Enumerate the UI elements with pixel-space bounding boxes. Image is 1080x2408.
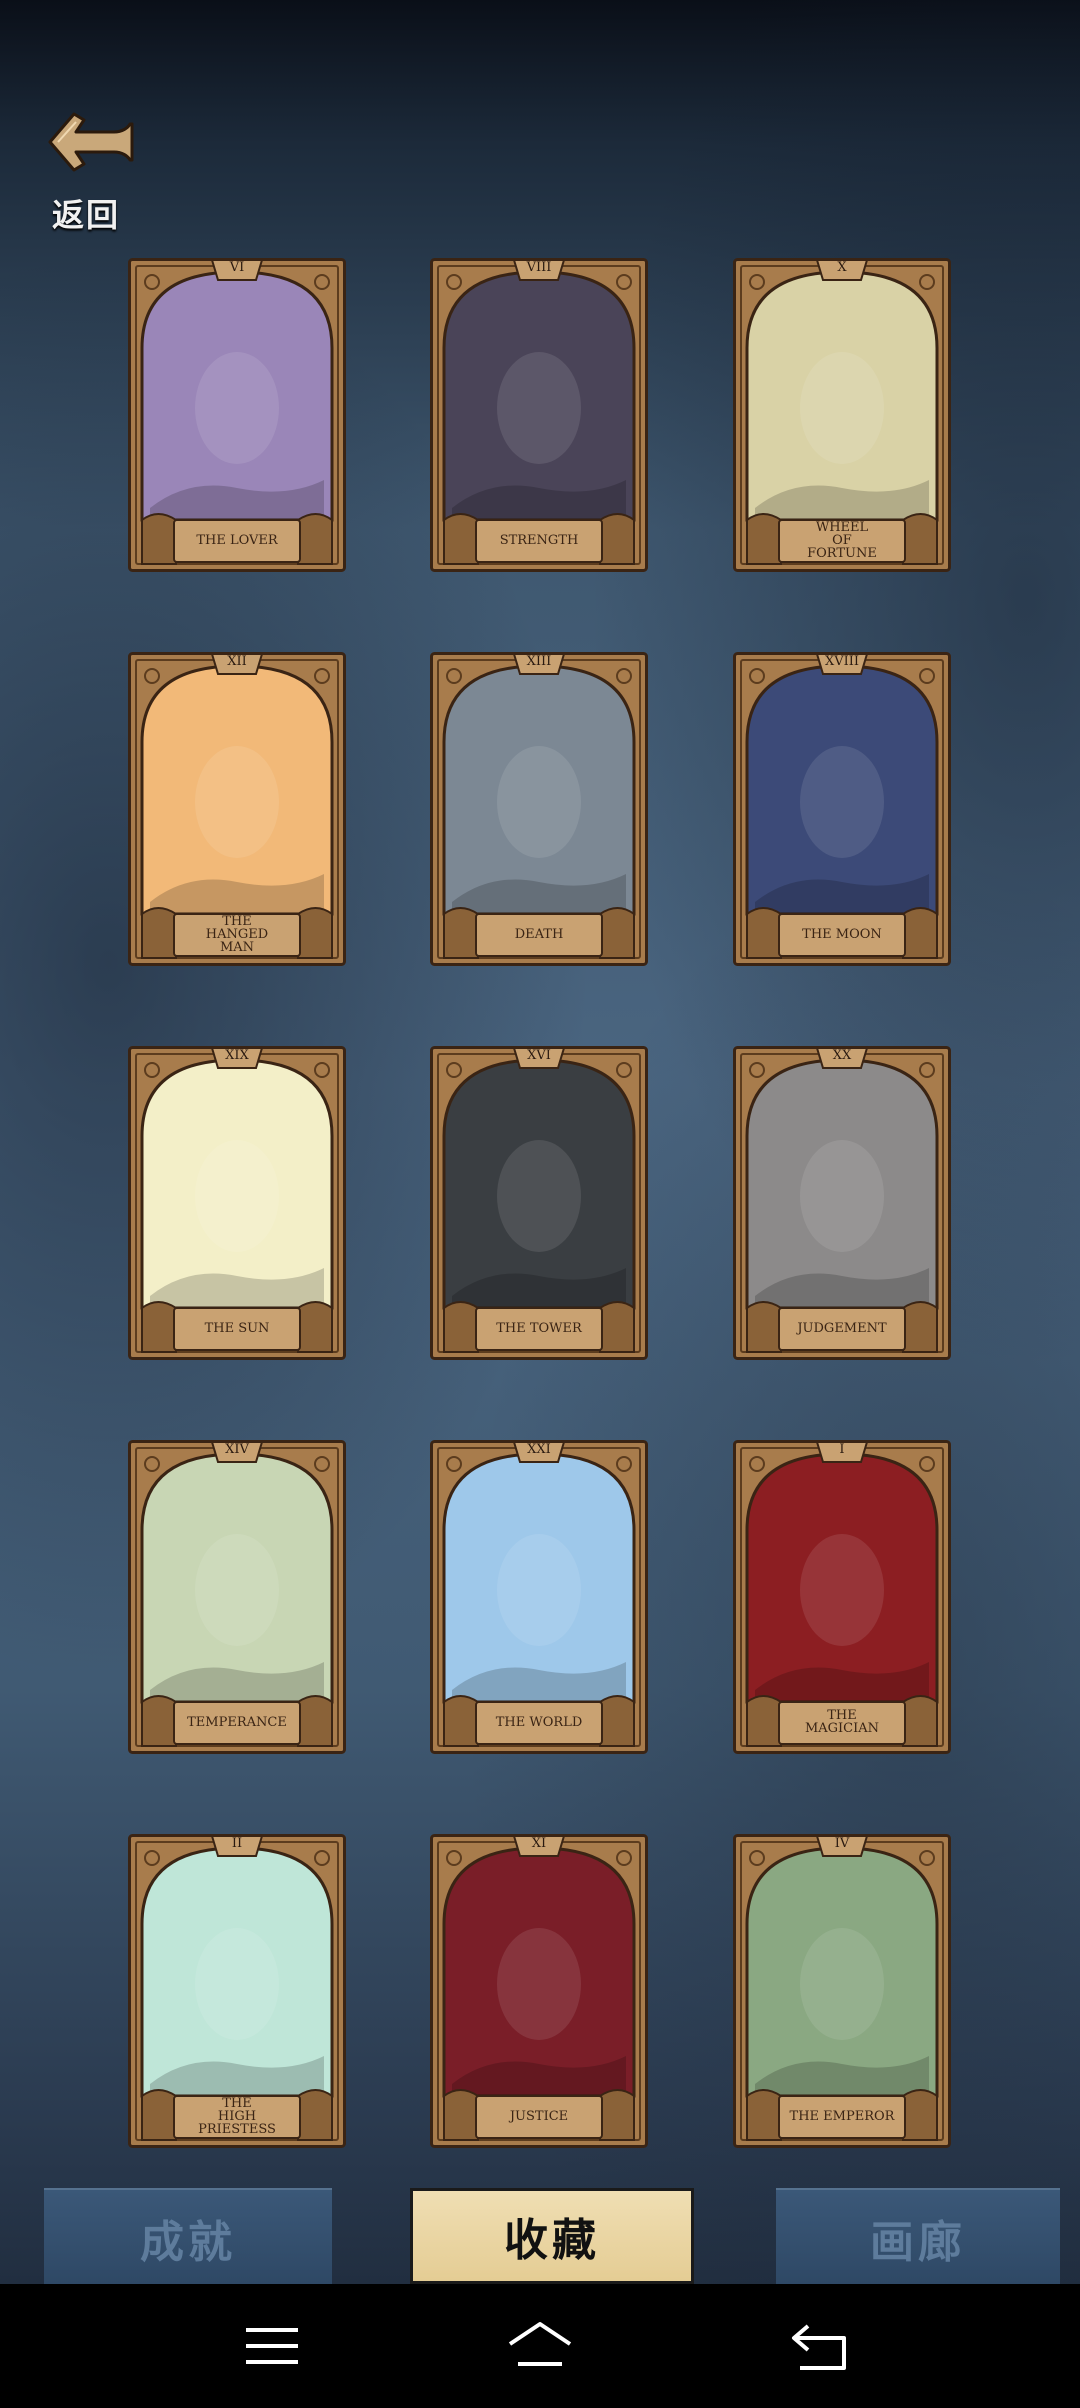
card-numeral: X: [837, 260, 847, 275]
tarot-card[interactable]: XIV TEMPERANCE: [128, 1440, 346, 1754]
card-title: WHEEL OF FORTUNE: [807, 519, 877, 561]
home-icon[interactable]: [504, 2314, 576, 2378]
tarot-card[interactable]: XVI THE TOWER: [430, 1046, 648, 1360]
card-title: THE MAGICIAN: [804, 1708, 880, 1736]
tarot-card[interactable]: XIII DEATH: [430, 652, 648, 966]
tarot-card[interactable]: XI JUSTICE: [430, 1834, 648, 2148]
card-numeral: XIX: [225, 1048, 249, 1063]
card-title: THE WORLD: [495, 1714, 583, 1730]
tarot-card[interactable]: IV THE EMPEROR: [733, 1834, 951, 2148]
system-navigation-bar: [0, 2284, 1080, 2408]
card-title: THE SUN: [204, 1320, 270, 1336]
card-numeral: VIII: [526, 260, 552, 275]
tarot-card[interactable]: VI THE LOVER: [128, 258, 346, 572]
card-title: JUSTICE: [509, 2108, 569, 2124]
tab-achievements-label: 成就: [140, 2217, 236, 2268]
tarot-card[interactable]: XIX THE SUN: [128, 1046, 346, 1360]
card-numeral: II: [231, 1836, 243, 1851]
back-arrow-icon: [48, 112, 134, 172]
card-title: STRENGTH: [499, 532, 579, 548]
card-title: THE HANGED MAN: [205, 913, 269, 955]
tarot-card[interactable]: XXI THE WORLD: [430, 1440, 648, 1754]
tab-achievements[interactable]: 成就: [44, 2188, 332, 2286]
tarot-card[interactable]: X WHEEL OF FORTUNE: [733, 258, 951, 572]
card-numeral: XXI: [527, 1442, 551, 1457]
tarot-card[interactable]: XX JUDGEMENT: [733, 1046, 951, 1360]
card-title: THE HIGH PRIESTESS: [198, 2095, 276, 2137]
card-numeral: XIV: [225, 1442, 249, 1457]
tab-gallery[interactable]: 画廊: [776, 2188, 1060, 2286]
card-title: JUDGEMENT: [797, 1320, 887, 1336]
back-icon[interactable]: [786, 2314, 858, 2378]
card-title: DEATH: [514, 926, 564, 942]
card-title: THE EMPEROR: [789, 2108, 895, 2124]
card-title: THE MOON: [802, 926, 882, 942]
tab-collection[interactable]: 收藏: [410, 2188, 694, 2284]
card-numeral: XI: [531, 1836, 547, 1851]
card-numeral: XII: [227, 654, 247, 669]
tarot-card[interactable]: II THE HIGH PRIESTESS: [128, 1834, 346, 2148]
tarot-card[interactable]: XII THE HANGED MAN: [128, 652, 346, 966]
back-button[interactable]: 返回: [36, 100, 146, 240]
tarot-card[interactable]: XVIII THE MOON: [733, 652, 951, 966]
menu-icon[interactable]: [236, 2314, 308, 2378]
card-numeral: I: [839, 1442, 845, 1457]
tab-collection-label: 收藏: [504, 2215, 600, 2266]
card-numeral: IV: [834, 1836, 850, 1851]
card-numeral: XIII: [526, 654, 552, 669]
card-numeral: XVIII: [824, 654, 860, 669]
card-numeral: XX: [832, 1048, 852, 1063]
back-label: 返回: [51, 196, 120, 234]
tarot-card[interactable]: I THE MAGICIAN: [733, 1440, 951, 1754]
card-numeral: VI: [229, 260, 245, 275]
card-title: THE TOWER: [496, 1320, 582, 1336]
tarot-card[interactable]: VIII STRENGTH: [430, 258, 648, 572]
tab-gallery-label: 画廊: [870, 2217, 966, 2268]
card-title: THE LOVER: [196, 532, 278, 548]
card-numeral: XVI: [527, 1048, 551, 1063]
card-title: TEMPERANCE: [187, 1714, 287, 1730]
